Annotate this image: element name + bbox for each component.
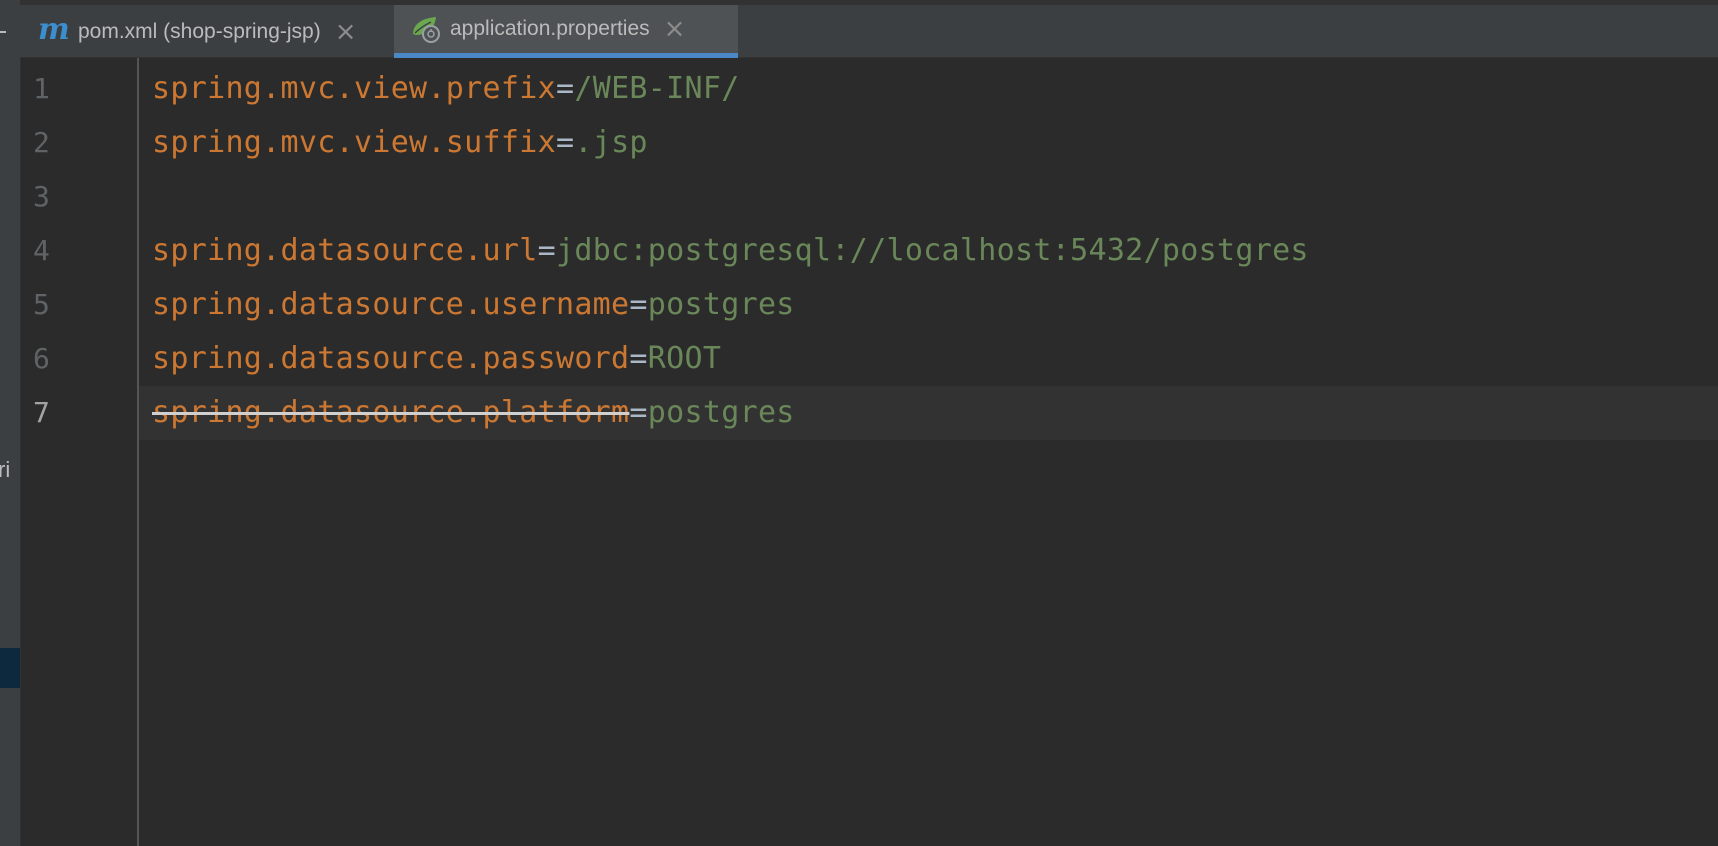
- property-key-deprecated: spring.datasource.platform: [152, 395, 630, 430]
- line-number: 3: [33, 180, 50, 213]
- property-key: spring.datasource.username: [152, 287, 630, 322]
- property-value: postgres: [647, 395, 795, 430]
- line-number: 4: [33, 234, 50, 267]
- gutter-divider: [137, 58, 139, 846]
- code-line[interactable]: spring.datasource.password=ROOT: [152, 332, 721, 386]
- property-value: /WEB-INF/: [574, 71, 740, 106]
- code-line[interactable]: spring.mvc.view.prefix=/WEB-INF/: [152, 62, 740, 116]
- equals-sign: =: [629, 341, 648, 376]
- equals-sign: =: [629, 395, 648, 430]
- code-editor[interactable]: 1 2 3 4 5 6 7 spring.mvc.view.prefix=/WE…: [21, 58, 1718, 846]
- code-line[interactable]: spring.mvc.view.suffix=.jsp: [152, 116, 648, 170]
- code-line[interactable]: spring.datasource.username=postgres: [152, 278, 795, 332]
- tab-pom-xml[interactable]: m pom.xml (shop-spring-jsp) ×: [20, 5, 394, 58]
- project-panel-edge[interactable]: ri: [0, 0, 21, 846]
- collapse-icon[interactable]: [0, 31, 6, 33]
- equals-sign: =: [555, 125, 575, 160]
- tab-label: application.properties: [450, 17, 650, 40]
- property-value: ROOT: [647, 341, 722, 376]
- property-key: spring.datasource.password: [152, 341, 630, 376]
- property-value: postgres: [647, 287, 795, 322]
- close-icon[interactable]: ×: [664, 16, 686, 42]
- project-tree-partial-label: ri: [0, 457, 11, 482]
- line-number-gutter[interactable]: 1 2 3 4 5 6 7: [21, 58, 137, 846]
- property-key: spring.mvc.view.suffix: [152, 125, 556, 160]
- tab-application-properties[interactable]: application.properties ×: [394, 5, 738, 58]
- maven-icon: m: [38, 11, 70, 47]
- property-key: spring.datasource.url: [152, 233, 538, 268]
- selected-tree-row[interactable]: [0, 648, 20, 688]
- line-number-current: 7: [33, 396, 50, 429]
- property-value: jdbc:postgresql://localhost:5432/postgre…: [555, 233, 1309, 268]
- line-number: 6: [33, 342, 50, 375]
- line-number: 2: [33, 126, 50, 159]
- code-line[interactable]: spring.datasource.url=jdbc:postgresql://…: [152, 224, 1309, 278]
- property-key: spring.mvc.view.prefix: [152, 71, 556, 106]
- property-value: .jsp: [574, 125, 648, 160]
- line-number: 1: [33, 72, 50, 105]
- tab-label: pom.xml (shop-spring-jsp): [78, 19, 321, 43]
- equals-sign: =: [537, 233, 556, 268]
- code-line-current[interactable]: spring.datasource.platform=postgres: [152, 386, 795, 440]
- ide-window: ri m pom.xml (shop-spring-jsp) × applica…: [0, 0, 1718, 846]
- spring-boot-icon: [410, 14, 442, 44]
- equals-sign: =: [555, 71, 575, 106]
- equals-sign: =: [629, 287, 648, 322]
- close-icon[interactable]: ×: [335, 19, 357, 45]
- line-number: 5: [33, 288, 50, 321]
- editor-tab-bar: m pom.xml (shop-spring-jsp) × applicatio…: [20, 0, 1718, 58]
